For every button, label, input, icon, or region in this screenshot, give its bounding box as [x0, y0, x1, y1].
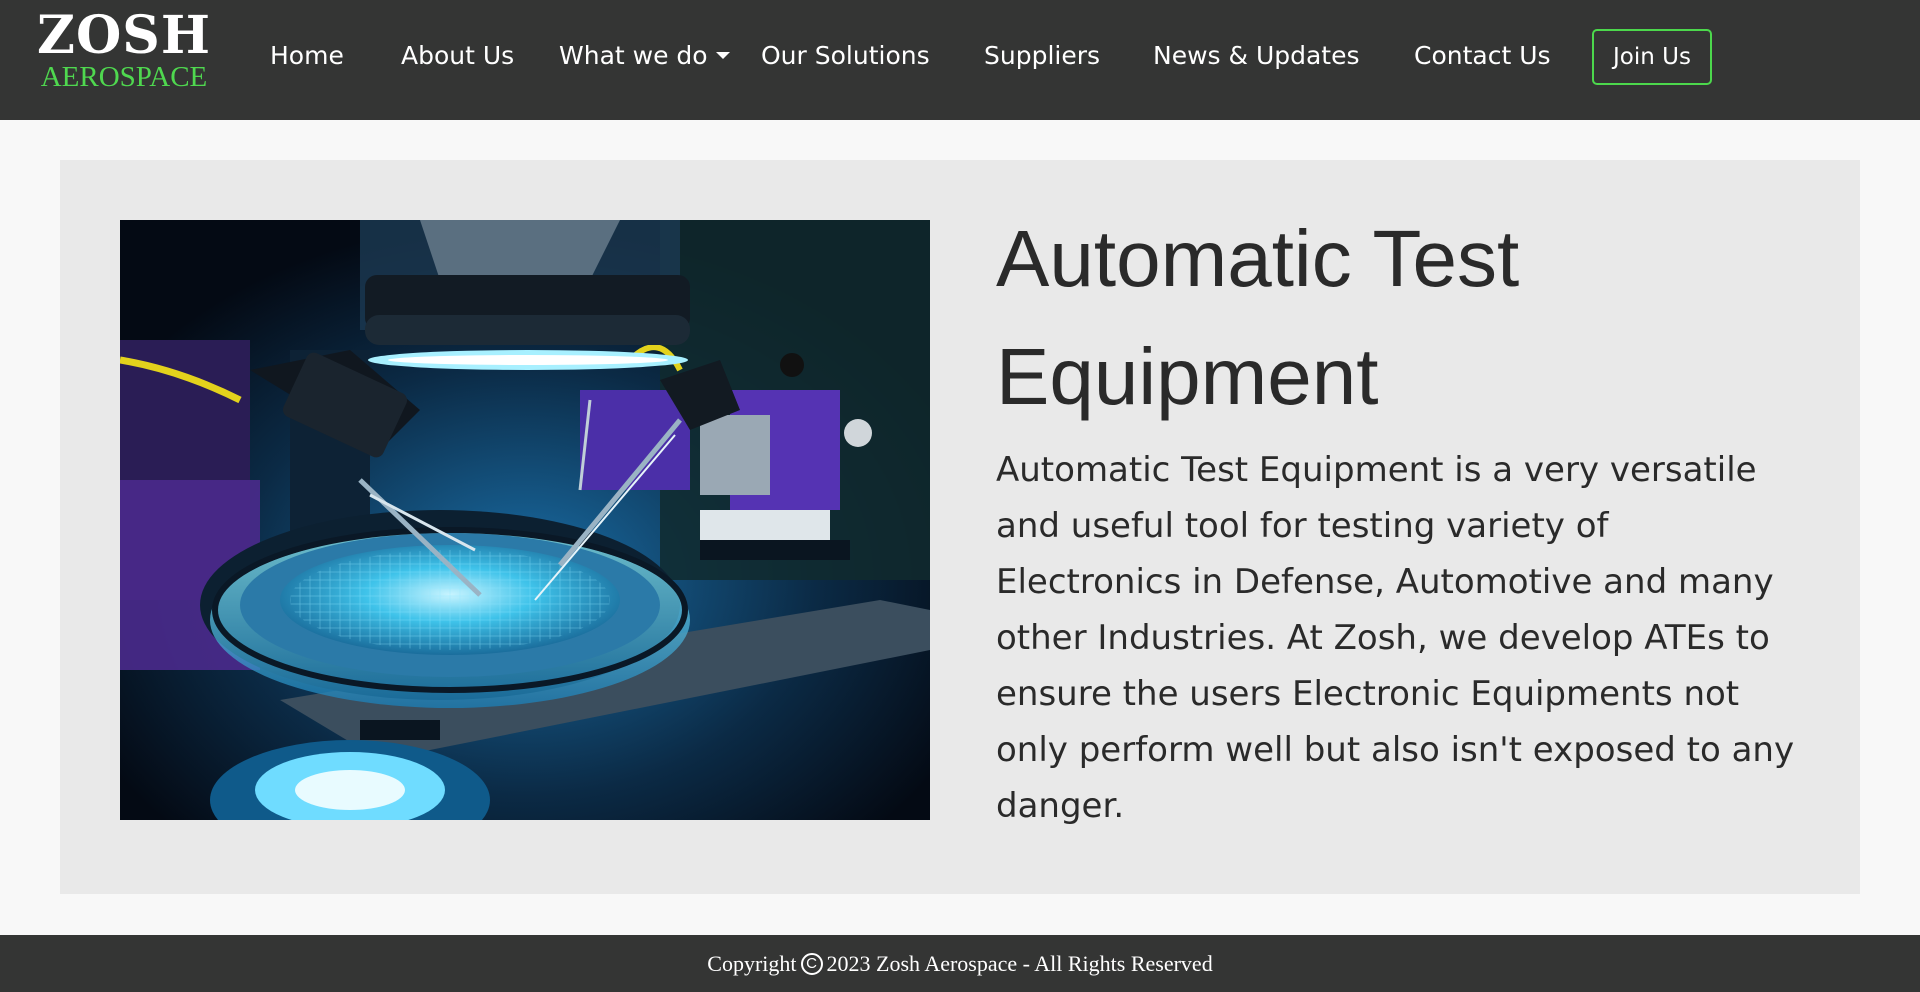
content-panel: Automatic Test Equipment Automatic Test … — [60, 160, 1860, 894]
page-title: Automatic Test Equipment — [996, 214, 1520, 421]
wafer-probe-illustration — [120, 220, 930, 820]
nav-about-us[interactable]: About Us — [401, 38, 514, 74]
nav-home[interactable]: Home — [270, 38, 344, 74]
nav-what-we-do-label: What we do — [559, 41, 708, 70]
nav-suppliers[interactable]: Suppliers — [984, 38, 1100, 74]
join-us-button[interactable]: Join Us — [1592, 29, 1712, 85]
hero-image — [120, 220, 930, 820]
nav-our-solutions[interactable]: Our Solutions — [761, 38, 930, 74]
brand-name-top: ZOSH — [37, 5, 211, 66]
nav-what-we-do[interactable]: What we do — [559, 38, 730, 74]
brand-name-bottom: AEROSPACE — [40, 61, 208, 93]
top-navbar: ZOSH AEROSPACE Home About Us What we do … — [0, 0, 1920, 120]
copyright-text: 2023 Zosh Aerospace - All Rights Reserve… — [826, 950, 1213, 976]
nav-contact-us[interactable]: Contact Us — [1414, 38, 1551, 74]
hero-description: Automatic Test Equipment is a very versa… — [996, 450, 1795, 826]
footer: Copyright C 2023 Zosh Aerospace - All Ri… — [0, 935, 1920, 992]
brand-logo[interactable]: ZOSH AEROSPACE — [34, 5, 214, 93]
copyright-label: Copyright — [707, 950, 797, 976]
copyright-icon: C — [800, 952, 823, 975]
nav-news-updates[interactable]: News & Updates — [1153, 38, 1360, 74]
chevron-down-icon — [715, 52, 730, 59]
